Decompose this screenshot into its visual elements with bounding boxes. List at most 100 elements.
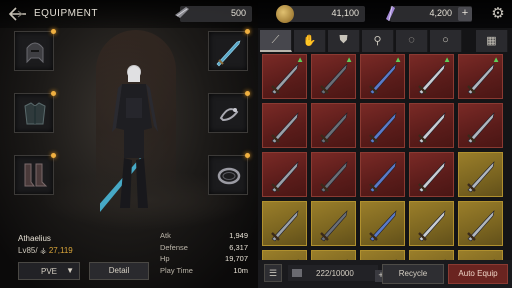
new-indicator bbox=[51, 153, 56, 158]
new-indicator bbox=[51, 29, 56, 34]
inventory-item[interactable] bbox=[360, 152, 405, 197]
inventory-panel: ⟋ ✋ ⛊ ⚲ ◌ ○ ▦ ▲ ▲ ▲ ▲ ▲ ☰ 222/10000 + Recycl… bbox=[258, 28, 512, 288]
capacity-value: 222/10000 bbox=[316, 269, 354, 278]
sword-icon bbox=[369, 112, 397, 144]
stat-value: 19,707 bbox=[225, 254, 248, 263]
inventory-item[interactable] bbox=[360, 250, 405, 260]
inventory-item[interactable] bbox=[409, 152, 454, 197]
sword-icon bbox=[467, 161, 495, 193]
list-view-button[interactable]: ☰ bbox=[264, 264, 282, 282]
soul-stone-icon bbox=[172, 3, 192, 23]
new-indicator bbox=[51, 91, 56, 96]
tab-ring[interactable]: ○ bbox=[430, 30, 462, 52]
currency-value: 4,200 bbox=[429, 8, 452, 18]
auto-equip-button[interactable]: Auto Equip bbox=[448, 264, 508, 284]
inventory-item[interactable] bbox=[262, 103, 307, 148]
sword-icon bbox=[418, 210, 446, 242]
inventory-item[interactable]: ▲ bbox=[311, 54, 356, 99]
inventory-item[interactable] bbox=[311, 201, 356, 246]
upgrade-arrow-icon: ▲ bbox=[443, 55, 451, 64]
stat-label: Defense bbox=[160, 242, 188, 252]
sword-icon bbox=[271, 210, 299, 242]
stat-value: 10m bbox=[233, 265, 248, 275]
slot-chest-armor[interactable] bbox=[14, 91, 56, 133]
back-arrow-icon[interactable] bbox=[6, 5, 26, 23]
inventory-item[interactable] bbox=[409, 250, 454, 260]
inventory-item[interactable] bbox=[409, 103, 454, 148]
combat-power-value: 27,119 bbox=[48, 246, 73, 255]
level-label: Lv85/ bbox=[18, 246, 38, 255]
inventory-item[interactable] bbox=[262, 152, 307, 197]
chevron-down-icon: ▼ bbox=[66, 266, 74, 275]
grid-icon: ▦ bbox=[486, 35, 497, 47]
gold-coin-icon bbox=[276, 5, 294, 23]
sword-icon bbox=[418, 161, 446, 193]
inventory-item[interactable]: ▲ bbox=[360, 54, 405, 99]
inventory-item[interactable] bbox=[311, 250, 356, 260]
inventory-item[interactable] bbox=[409, 201, 454, 246]
power-icon: ⚶ bbox=[39, 246, 47, 255]
detail-button[interactable]: Detail bbox=[89, 262, 149, 280]
character-name: Athaelius bbox=[18, 234, 51, 243]
sword-icon: ⟋ bbox=[271, 34, 280, 46]
inventory-item[interactable] bbox=[458, 152, 503, 197]
sword-icon bbox=[216, 40, 241, 67]
mode-dropdown[interactable]: PVE ▼ bbox=[18, 262, 80, 280]
slot-helmet[interactable] bbox=[14, 29, 56, 71]
inventory-item[interactable] bbox=[311, 103, 356, 148]
new-indicator bbox=[245, 153, 250, 158]
sword-icon bbox=[271, 112, 299, 144]
upgrade-arrow-icon: ▲ bbox=[394, 55, 402, 64]
stat-row-playtime: Play Time 10m bbox=[160, 266, 248, 278]
add-crystals-button[interactable]: + bbox=[458, 7, 472, 21]
inventory-bottom-bar: ☰ 222/10000 + Recycle Auto Equip bbox=[258, 260, 512, 288]
tab-armor[interactable]: ⛊ bbox=[328, 30, 360, 52]
tab-necklace[interactable]: ◌ bbox=[396, 30, 428, 52]
tab-weapons[interactable]: ⟋ bbox=[260, 30, 292, 52]
new-indicator bbox=[245, 29, 250, 34]
inventory-item[interactable] bbox=[458, 103, 503, 148]
inventory-item[interactable] bbox=[360, 103, 405, 148]
upgrade-arrow-icon: ▲ bbox=[296, 55, 304, 64]
page-title: EQUIPMENT bbox=[34, 8, 98, 19]
upgrade-arrow-icon: ▲ bbox=[492, 55, 500, 64]
chest-armor-icon bbox=[24, 102, 46, 125]
stat-row-hp: Hp 19,707 bbox=[160, 254, 248, 266]
armor-icon: ⛊ bbox=[339, 34, 348, 46]
inventory-item[interactable]: ▲ bbox=[409, 54, 454, 99]
inventory-item[interactable] bbox=[458, 201, 503, 246]
slot-ring[interactable] bbox=[208, 91, 250, 133]
slot-bracelet[interactable] bbox=[208, 153, 250, 195]
tab-all[interactable]: ▦ bbox=[476, 30, 508, 52]
stats-panel: Atk 1,949 Defense 6,317 Hp 19,707 Play Time… bbox=[160, 231, 248, 277]
gear-icon[interactable]: ⚙ bbox=[489, 5, 507, 23]
bag-icon bbox=[292, 269, 302, 277]
tab-gloves[interactable]: ✋ bbox=[294, 30, 326, 52]
inventory-item[interactable]: ▲ bbox=[262, 54, 307, 99]
inventory-item[interactable]: ▲ bbox=[458, 54, 503, 99]
inventory-item[interactable] bbox=[311, 152, 356, 197]
stat-label: Play Time bbox=[160, 265, 193, 275]
sword-icon bbox=[320, 112, 348, 144]
inventory-item[interactable] bbox=[262, 250, 307, 260]
stat-value: 6,317 bbox=[229, 242, 248, 252]
category-tabs: ⟋ ✋ ⛊ ⚲ ◌ ○ ▦ bbox=[258, 30, 512, 52]
inventory-item[interactable] bbox=[262, 201, 307, 246]
recycle-button[interactable]: Recycle bbox=[382, 264, 444, 284]
sword-icon bbox=[467, 210, 495, 242]
upgrade-arrow-icon: ▲ bbox=[345, 55, 353, 64]
necklace-icon: ◌ bbox=[408, 34, 415, 46]
inventory-item[interactable] bbox=[360, 201, 405, 246]
sword-icon bbox=[369, 161, 397, 193]
slot-weapon[interactable] bbox=[208, 29, 250, 71]
ring-icon bbox=[219, 108, 239, 122]
slot-boots[interactable] bbox=[14, 153, 56, 195]
sword-icon bbox=[418, 112, 446, 144]
inventory-item[interactable] bbox=[458, 250, 503, 260]
ring-icon: ○ bbox=[442, 34, 449, 46]
tab-boots[interactable]: ⚲ bbox=[362, 30, 394, 52]
currency-value: 500 bbox=[230, 8, 246, 18]
boots-icon: ⚲ bbox=[373, 35, 382, 47]
level-power-line: Lv85/ ⚶ 27,119 bbox=[18, 246, 73, 255]
stat-row-atk: Atk 1,949 bbox=[160, 231, 248, 243]
